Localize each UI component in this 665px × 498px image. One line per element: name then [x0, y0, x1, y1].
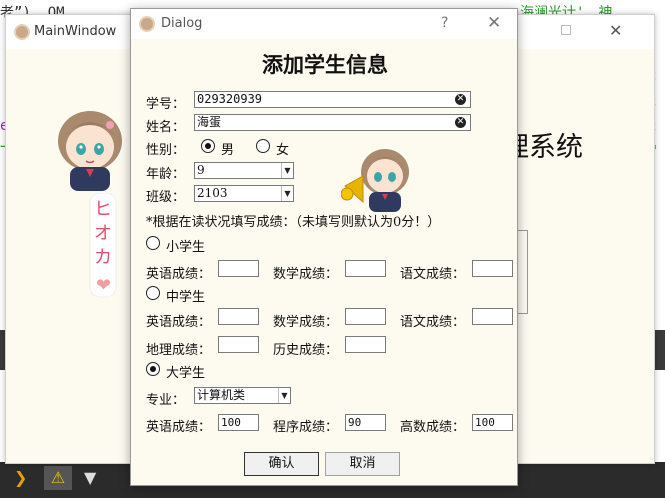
chevron-down-icon[interactable]: ▼ [281, 163, 293, 178]
name-input[interactable]: 海蛋 ✕ [194, 114, 471, 131]
add-student-dialog: Dialog ? ✕ 添加学生信息 学号： 029320939 ✕ 姓名： 海蛋… [130, 8, 518, 486]
student-id-value: 029320939 [197, 92, 263, 106]
age-combobox[interactable]: 9 ▼ [194, 162, 294, 179]
gender-label: 性别： [146, 143, 186, 158]
close-icon[interactable]: ✕ [487, 13, 501, 33]
college-advmath-label: 高数成绩： [400, 420, 466, 435]
primary-english-input[interactable] [218, 260, 259, 277]
college-programming-input[interactable]: 90 [345, 414, 386, 431]
middle-student-radio[interactable] [146, 286, 160, 300]
dialog-title: Dialog [161, 16, 203, 31]
chevron-down-icon[interactable]: ▼ [278, 388, 290, 403]
middle-math-label: 数学成绩： [273, 315, 339, 330]
primary-student-label: 小学生 [166, 240, 206, 255]
gender-male-radio[interactable] [201, 139, 215, 153]
app-avatar-icon [139, 16, 155, 32]
college-english-label: 英语成绩： [146, 420, 212, 435]
close-icon[interactable]: ✕ [609, 21, 622, 40]
svg-text:オ: オ [94, 223, 112, 244]
class-label: 班级： [146, 190, 186, 205]
score-hint: *根据在读状况填写成绩：（未填写则默认为0分！） [146, 215, 441, 230]
primary-chinese-input[interactable] [472, 260, 513, 277]
confirm-button[interactable]: 确认 [244, 452, 319, 476]
class-value: 2103 [197, 186, 228, 200]
help-icon[interactable]: ? [441, 15, 448, 31]
middle-math-input[interactable] [345, 308, 386, 325]
girl-avatar-image [58, 111, 122, 191]
svg-text:ヒ: ヒ [94, 199, 112, 220]
middle-geography-input[interactable] [218, 336, 259, 353]
student-id-label: 学号： [146, 97, 186, 112]
filter-icon[interactable]: ▼ [84, 468, 96, 487]
clear-icon[interactable]: ✕ [455, 94, 466, 105]
main-window-title: MainWindow [34, 24, 117, 39]
college-advmath-input[interactable]: 100 [472, 414, 513, 431]
middle-chinese-input[interactable] [472, 308, 513, 325]
svg-text:カ: カ [94, 247, 112, 268]
college-programming-label: 程序成绩： [273, 420, 339, 435]
primary-chinese-label: 语文成绩： [400, 267, 466, 282]
name-label: 姓名： [146, 120, 186, 135]
gender-female-label: 女 [276, 143, 290, 158]
student-id-input[interactable]: 029320939 ✕ [194, 91, 471, 108]
middle-chinese-label: 语文成绩： [400, 315, 466, 330]
middle-history-input[interactable] [345, 336, 386, 353]
cancel-button[interactable]: 取消 [325, 452, 400, 476]
dialog-titlebar: Dialog ? ✕ [131, 9, 517, 39]
class-combobox[interactable]: 2103 ▼ [194, 185, 294, 202]
maximize-icon[interactable] [561, 25, 571, 35]
warning-icon[interactable]: ⚠ [44, 466, 72, 490]
college-student-radio[interactable] [146, 362, 160, 376]
clear-icon[interactable]: ✕ [455, 117, 466, 128]
major-value: 计算机类 [197, 388, 246, 402]
age-label: 年龄： [146, 167, 186, 182]
name-value: 海蛋 [197, 115, 222, 129]
middle-history-label: 历史成绩： [273, 343, 339, 358]
middle-english-input[interactable] [218, 308, 259, 325]
college-student-label: 大学生 [166, 366, 206, 381]
middle-geography-label: 地理成绩： [146, 343, 212, 358]
primary-english-label: 英语成绩： [146, 267, 212, 282]
middle-english-label: 英语成绩： [146, 315, 212, 330]
chevron-down-icon[interactable]: ▼ [281, 186, 293, 201]
primary-student-radio[interactable] [146, 236, 160, 250]
girl-megaphone-image [341, 149, 409, 212]
primary-math-input[interactable] [345, 260, 386, 277]
primary-math-label: 数学成绩： [273, 267, 339, 282]
age-value: 9 [197, 163, 205, 177]
middle-student-label: 中学生 [166, 290, 206, 305]
heart-icon: ❤ [96, 275, 112, 296]
major-combobox[interactable]: 计算机类 ▼ [194, 387, 291, 404]
major-label: 专业： [146, 393, 186, 408]
app-avatar-icon [14, 24, 30, 40]
chevron-right-icon[interactable]: ❯ [14, 468, 27, 487]
gender-female-radio[interactable] [256, 139, 270, 153]
dialog-heading: 添加学生信息 [262, 52, 388, 77]
gender-male-label: 男 [221, 143, 235, 158]
college-english-input[interactable]: 100 [218, 414, 259, 431]
